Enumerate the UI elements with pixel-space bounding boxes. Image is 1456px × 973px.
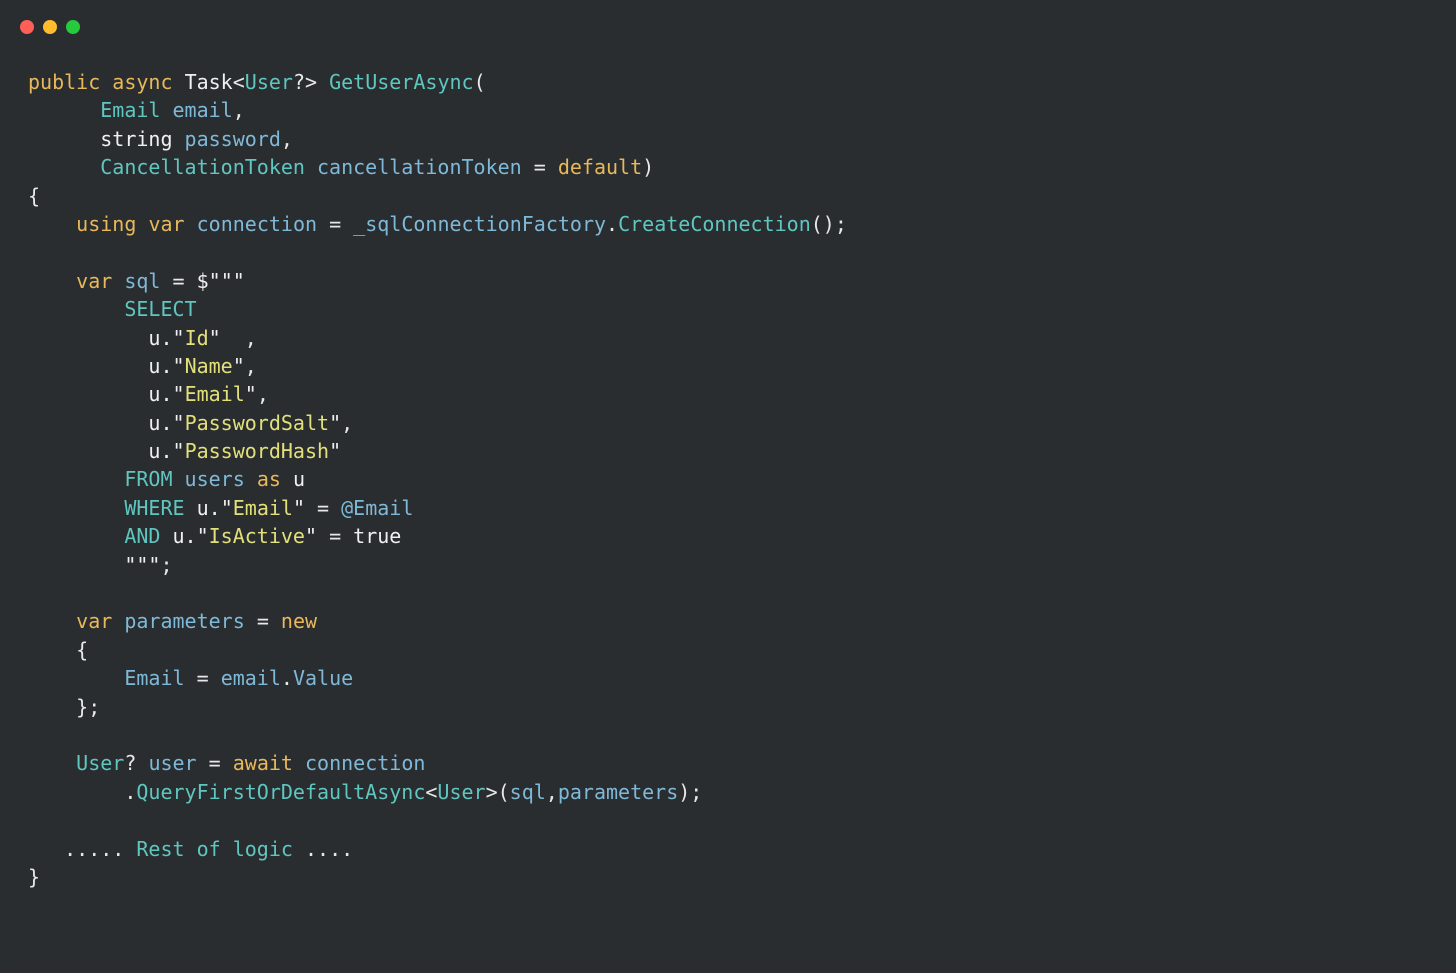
sql-as: as	[257, 467, 281, 491]
email-ref: email	[221, 666, 281, 690]
keyword-using: using	[76, 212, 136, 236]
var-user: user	[148, 751, 196, 775]
param-token: cancellationToken	[317, 155, 522, 179]
close-icon[interactable]	[20, 20, 34, 34]
arg-sql: sql	[510, 780, 546, 804]
var-parameters: parameters	[124, 609, 244, 633]
code-editor[interactable]: public async Task<User?> GetUserAsync( E…	[0, 48, 1456, 911]
window-titlebar	[0, 0, 1456, 48]
sql-select: SELECT	[124, 297, 196, 321]
method-create-connection: CreateConnection	[618, 212, 811, 236]
var-connection: connection	[197, 212, 317, 236]
string-delim-close: """	[124, 553, 160, 577]
sql-param-email: @Email	[341, 496, 413, 520]
keyword-await: await	[233, 751, 293, 775]
sql-where-col: Email	[233, 496, 293, 520]
connection-ref: connection	[305, 751, 425, 775]
method-query-first: QueryFirstOrDefaultAsync	[136, 780, 425, 804]
keyword-public: public	[28, 70, 100, 94]
minimize-icon[interactable]	[43, 20, 57, 34]
type-user: User	[245, 70, 293, 94]
sql-col-id: Id	[185, 326, 209, 350]
sql-col-salt: PasswordSalt	[185, 411, 330, 435]
var-sql: sql	[124, 269, 160, 293]
code-window: public async Task<User?> GetUserAsync( E…	[0, 0, 1456, 973]
string-delim-open: """	[209, 269, 245, 293]
sql-col-hash: PasswordHash	[185, 439, 330, 463]
keyword-var: var	[76, 609, 112, 633]
maximize-icon[interactable]	[66, 20, 80, 34]
sql-from: FROM	[124, 467, 172, 491]
sql-col-name: Name	[185, 354, 233, 378]
keyword-new: new	[281, 609, 317, 633]
sql-and: AND	[124, 524, 160, 548]
keyword-var: var	[148, 212, 184, 236]
type-task: Task	[185, 70, 233, 94]
brace-close: };	[76, 695, 100, 719]
type-user: User	[76, 751, 124, 775]
arg-parameters: parameters	[558, 780, 678, 804]
ellipsis: .....	[64, 837, 124, 861]
sql-where: WHERE	[124, 496, 184, 520]
brace-close: }	[28, 865, 40, 889]
keyword-async: async	[112, 70, 172, 94]
brace-open: {	[76, 638, 88, 662]
param-email: email	[173, 98, 233, 122]
sql-true: true	[353, 524, 401, 548]
sql-table: users	[185, 467, 245, 491]
brace-open: {	[28, 184, 40, 208]
email-value-prop: Value	[293, 666, 353, 690]
rest-of-logic: Rest of logic	[136, 837, 293, 861]
generic-user: User	[437, 780, 485, 804]
param-type-string: string	[100, 127, 172, 151]
param-type-email: Email	[100, 98, 160, 122]
sql-isactive-col: IsActive	[209, 524, 305, 548]
method-name: GetUserAsync	[329, 70, 474, 94]
param-type-token: CancellationToken	[100, 155, 305, 179]
sql-col-email: Email	[185, 382, 245, 406]
param-password: password	[185, 127, 281, 151]
keyword-var: var	[76, 269, 112, 293]
anon-prop-email: Email	[124, 666, 184, 690]
ellipsis: ....	[305, 837, 353, 861]
factory-field: _sqlConnectionFactory	[353, 212, 606, 236]
keyword-default: default	[558, 155, 642, 179]
